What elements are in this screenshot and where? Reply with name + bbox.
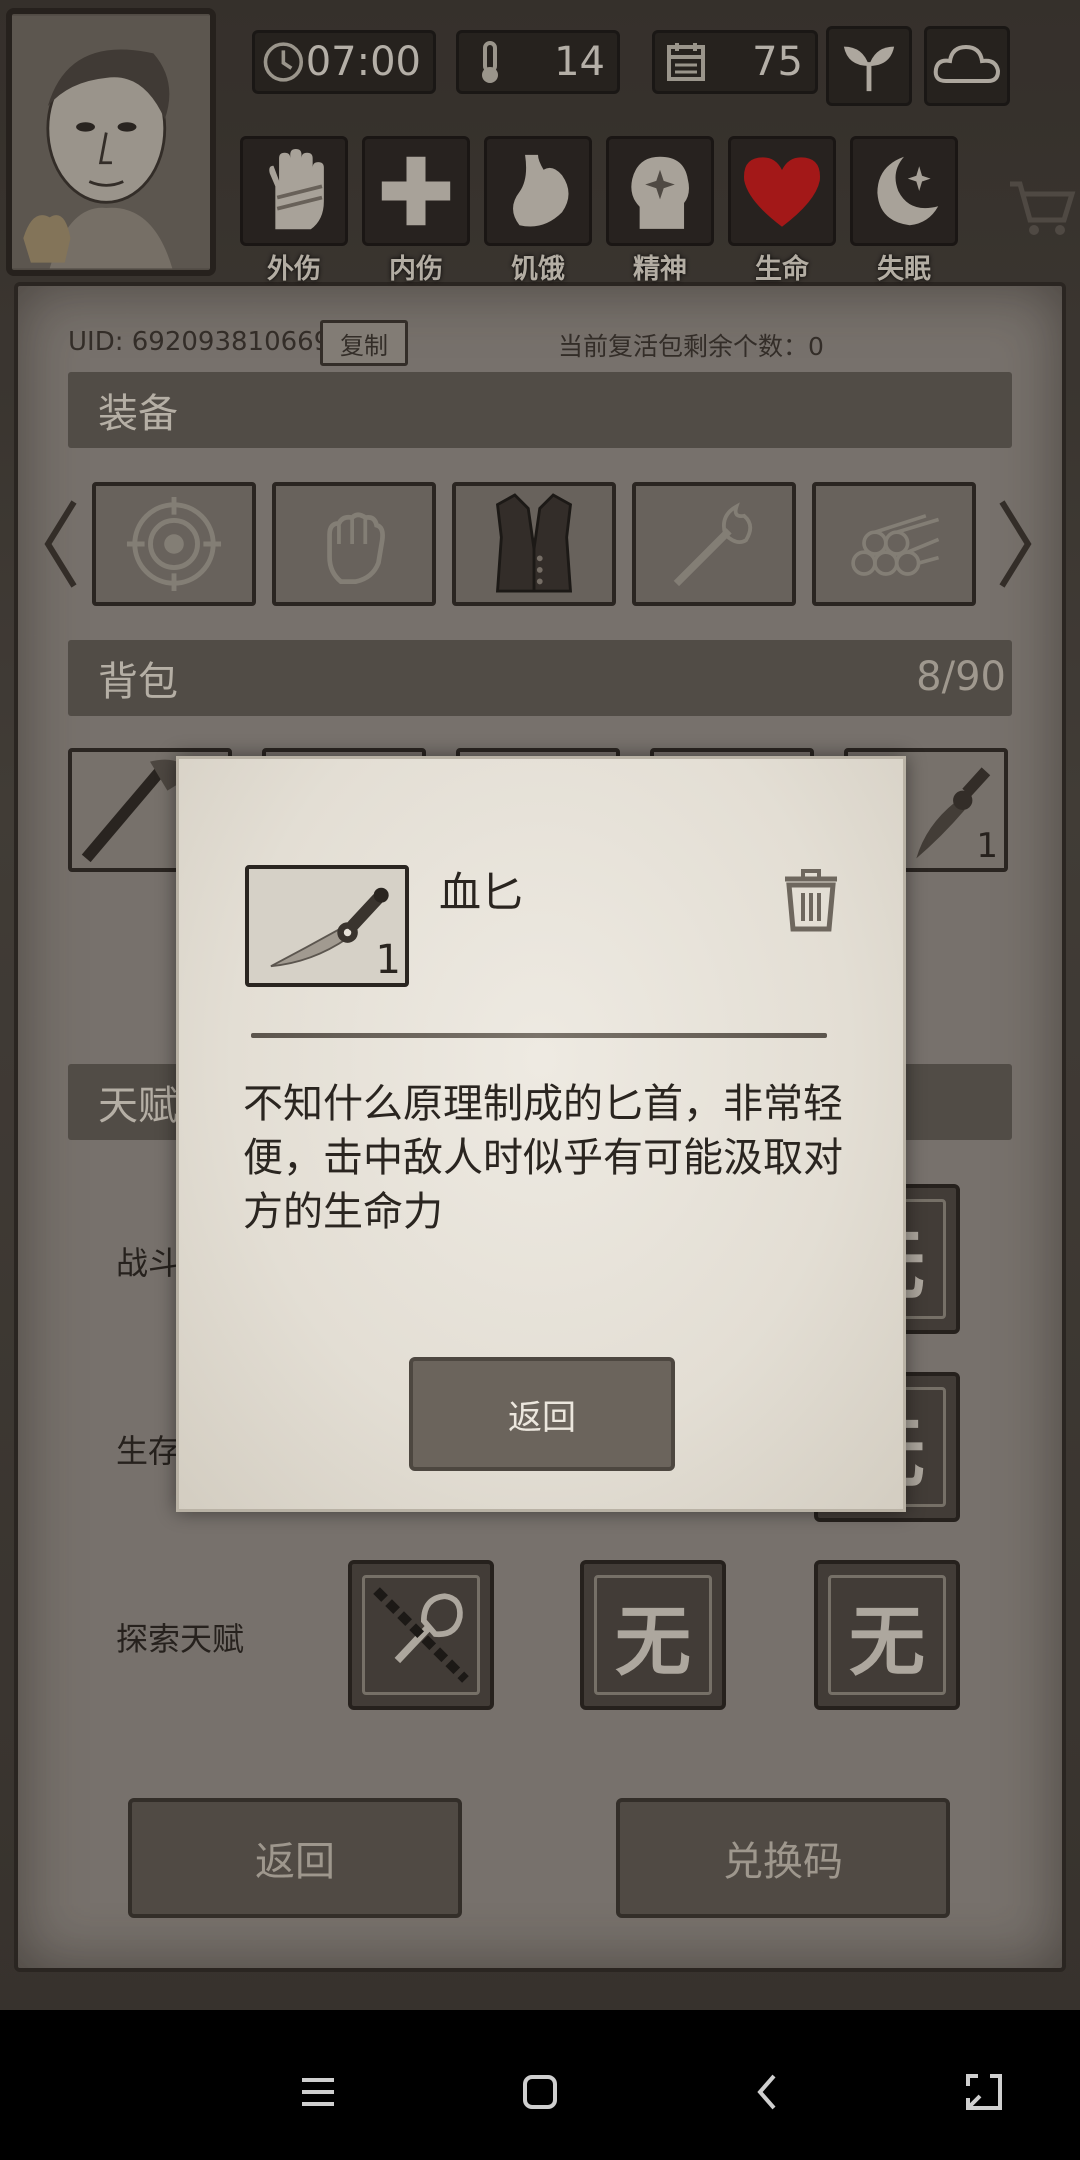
- backpack-slot-quantity: 1: [976, 826, 998, 866]
- stomach-icon: [513, 154, 569, 227]
- menu-icon[interactable]: [298, 2072, 338, 2112]
- head-sparkle-icon: [631, 156, 689, 229]
- equipment-slots: [92, 482, 976, 606]
- backpack-header: 背包 8/90: [68, 640, 1012, 716]
- modal-back-button[interactable]: 返回: [409, 1357, 675, 1471]
- revive-pack-count: 当前复活包剩余个数：0: [558, 332, 824, 361]
- equip-slot-ammo[interactable]: [812, 482, 976, 606]
- torch-icon: [673, 502, 753, 587]
- status-hunger[interactable]: 饥饿: [484, 136, 592, 285]
- uid-label: UID: 692093810669: [68, 327, 331, 357]
- explore-talent-slot-1[interactable]: [348, 1560, 494, 1710]
- talents-title: 天赋: [98, 1083, 178, 1129]
- trash-icon[interactable]: [779, 867, 843, 933]
- item-icon-frame: 1: [245, 865, 409, 987]
- equip-slot-melee[interactable]: [272, 482, 436, 606]
- status-label-life: 生命: [755, 254, 809, 285]
- home-icon[interactable]: [520, 2072, 560, 2112]
- day-display: 75: [652, 30, 818, 94]
- explore-talent-label: 探索天赋: [116, 1620, 245, 1658]
- day-value: 75: [752, 39, 803, 85]
- item-detail-dialog: 1 血匕 不知什么原理制成的匕首，非常轻便，击中敌人时似乎有可能汲取对方的生命力…: [176, 756, 906, 1512]
- shovel-chain-icon: [373, 1587, 469, 1683]
- redeem-code-button[interactable]: 兑换码: [616, 1798, 950, 1918]
- screenshot-icon[interactable]: [964, 2072, 1004, 2112]
- bandaged-hand-icon: [269, 149, 324, 230]
- cloud-icon: [933, 44, 1001, 83]
- backpack-title: 背包: [98, 659, 178, 705]
- equip-slot-ranged[interactable]: [92, 482, 256, 606]
- status-life[interactable]: 生命: [728, 136, 836, 285]
- heart-icon: [744, 157, 820, 227]
- chevron-left-icon[interactable]: [38, 496, 82, 592]
- cross-icon: [381, 156, 451, 226]
- equip-slot-torch[interactable]: [632, 482, 796, 606]
- weather-button[interactable]: [924, 26, 1010, 106]
- fist-icon: [327, 512, 385, 584]
- plant-button[interactable]: [826, 26, 912, 106]
- backpack-count: 8/90: [916, 654, 1006, 700]
- equipment-title: 装备: [98, 391, 178, 437]
- status-label-spirit: 精神: [633, 254, 687, 285]
- moon-icon: [877, 156, 939, 226]
- equipment-header: 装备: [68, 372, 1012, 448]
- status-label-external: 外伤: [267, 254, 321, 285]
- clock-icon: [263, 42, 304, 82]
- vest-icon: [495, 493, 573, 593]
- chevron-right-icon[interactable]: [994, 496, 1038, 592]
- thermometer-icon: [482, 41, 498, 83]
- explore-talent-slot-2[interactable]: 无: [580, 1560, 726, 1710]
- logs-icon: [851, 514, 940, 576]
- survival-talent-label: 生存: [116, 1432, 181, 1470]
- divider: [251, 1033, 827, 1038]
- status-insomnia[interactable]: 失眠: [850, 136, 958, 285]
- status-spirit[interactable]: 精神: [606, 136, 714, 285]
- status-label-internal: 内伤: [389, 254, 443, 285]
- explore-talent-slot-3[interactable]: 无: [814, 1560, 960, 1710]
- temperature-display: 14: [456, 30, 620, 94]
- status-row: 外伤 内伤 饥饿 精神 生命 失眠: [240, 136, 958, 285]
- item-name: 血匕: [439, 868, 524, 917]
- portrait-illustration: [12, 15, 210, 269]
- copy-uid-button[interactable]: 复制: [320, 320, 408, 366]
- item-description: 不知什么原理制成的匕首，非常轻便，击中敌人时似乎有可能汲取对方的生命力: [243, 1081, 843, 1235]
- item-quantity: 1: [375, 937, 401, 983]
- back-button[interactable]: 返回: [128, 1798, 462, 1918]
- time-value: 07:00: [305, 39, 421, 85]
- shop-cart-icon[interactable]: [1006, 172, 1076, 242]
- status-label-hunger: 饥饿: [511, 254, 565, 285]
- status-external-injury[interactable]: 外伤: [240, 136, 348, 285]
- sprout-icon: [843, 46, 895, 92]
- time-display: 07:00: [252, 30, 436, 94]
- talent-none-glyph: 无: [615, 1597, 691, 1686]
- temperature-value: 14: [554, 39, 605, 85]
- calendar-icon: [667, 43, 705, 81]
- talent-none-glyph: 无: [849, 1597, 925, 1686]
- status-label-insomnia: 失眠: [877, 254, 931, 285]
- back-nav-icon[interactable]: [748, 2072, 788, 2112]
- equip-slot-armor[interactable]: [452, 482, 616, 606]
- target-icon: [126, 496, 222, 592]
- character-portrait[interactable]: [6, 8, 216, 276]
- status-internal-injury[interactable]: 内伤: [362, 136, 470, 285]
- combat-talent-label: 战斗: [116, 1244, 181, 1282]
